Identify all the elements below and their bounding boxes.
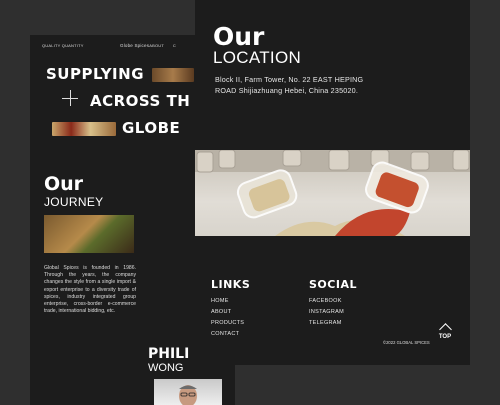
hero-line-2: ACROSS TH <box>90 92 191 110</box>
person-photo <box>154 379 222 405</box>
footer-link-home[interactable]: HOME <box>211 298 229 304</box>
footer-link-contact[interactable]: CONTACT <box>211 331 239 337</box>
location-title: Our <box>213 22 265 51</box>
social-link-instagram[interactable]: INSTAGRAM <box>309 309 344 315</box>
nav-contact[interactable]: C <box>173 43 176 48</box>
journey-spices-image <box>44 215 134 253</box>
journey-subtitle: JOURNEY <box>44 195 104 209</box>
hero-spice-image-2 <box>52 122 116 136</box>
nav-about[interactable]: ABOUT <box>149 43 164 48</box>
location-page: Our LOCATION Block II, Farm Tower, No. 2… <box>195 0 470 365</box>
nav-quality: QUALITY QUANTITY <box>42 43 84 48</box>
footer-link-about[interactable]: ABOUT <box>211 309 231 315</box>
hero-line-3: GLOBE <box>122 119 181 137</box>
location-subtitle: LOCATION <box>213 48 302 67</box>
social-link-telegram[interactable]: TELEGRAM <box>309 320 342 326</box>
back-to-top-button[interactable]: TOP <box>435 323 455 340</box>
journey-text: Global Spices is founded in 1986. Throug… <box>44 265 136 315</box>
social-heading: SOCIAL <box>309 278 357 291</box>
social-link-facebook[interactable]: FACEBOOK <box>309 298 342 304</box>
location-address: Block II, Farm Tower, No. 22 EAST HEPING… <box>215 75 364 95</box>
top-nav: QUALITY QUANTITY Globe Spices ABOUT C <box>42 43 192 53</box>
footer-link-products[interactable]: PRODUCTS <box>211 320 244 326</box>
spice-jars-photo <box>195 149 470 236</box>
hero-line-1: SUPPLYING <box>46 65 145 83</box>
brand-name[interactable]: Globe Spices <box>120 43 149 48</box>
journey-title: Our <box>44 173 84 195</box>
links-heading: LINKS <box>211 278 251 291</box>
hero-spice-image-1 <box>152 68 194 82</box>
crosshair-icon <box>62 90 78 106</box>
copyright: ©2022 GLOBAL SPICES <box>383 340 430 345</box>
person-last-name: WONG <box>148 362 184 374</box>
person-first-name: PHILI <box>148 346 190 362</box>
